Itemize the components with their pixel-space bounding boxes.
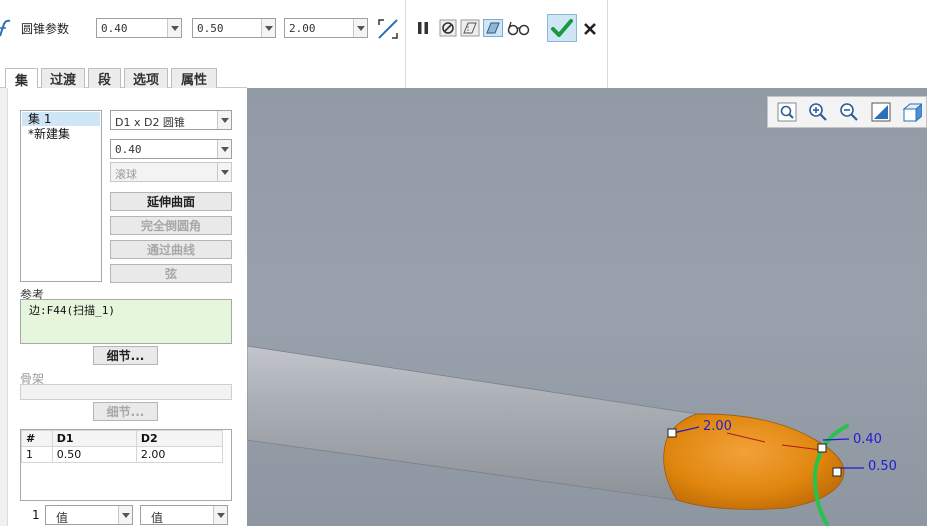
no-preview-icon[interactable] (438, 18, 458, 38)
cone-params-label: 圆锥参数 (21, 22, 70, 36)
footer-index: 1 (32, 508, 40, 522)
sets-panel: 集 1 *新建集 D1 x D2 圆锥 0.40 滚球 延伸曲面 完全倒圆角 通… (0, 88, 247, 526)
dimension-handle[interactable] (817, 443, 827, 453)
view-toolbar (767, 96, 927, 128)
chevron-down-icon[interactable] (118, 506, 132, 524)
chevron-down-icon[interactable] (167, 19, 181, 37)
rho-value-combo[interactable]: 0.40 (110, 139, 232, 159)
pause-icon[interactable] (413, 18, 433, 38)
geometry-preview-icon[interactable] (483, 18, 503, 38)
tab-options[interactable]: 选项 (124, 68, 168, 88)
chevron-down-icon[interactable] (261, 19, 275, 37)
table-header-row: # D1 D2 (21, 430, 224, 447)
chevron-down-icon[interactable] (217, 163, 231, 181)
table-row[interactable]: 1 0.50 2.00 (21, 446, 224, 463)
cancel-button[interactable] (580, 19, 600, 39)
tab-sets[interactable]: 集 (5, 68, 38, 89)
references-collector[interactable]: 边:F44(扫描_1) (20, 299, 232, 344)
dimension-handle[interactable] (832, 467, 842, 477)
references-details-button[interactable]: 细节... (93, 346, 158, 365)
dimension-handle[interactable] (667, 428, 677, 438)
model-tree-edge (0, 88, 8, 526)
cylinder-body[interactable] (247, 345, 698, 501)
graphics-window[interactable]: 2.00 0.40 0.50 (247, 88, 927, 526)
chevron-down-icon[interactable] (213, 506, 227, 524)
dimension-label-d2[interactable]: 2.00 (703, 419, 732, 434)
dimension-label-rho[interactable]: 0.40 (853, 432, 882, 447)
extend-surfaces-button[interactable]: 延伸曲面 (110, 192, 232, 211)
zoom-window-icon[interactable] (777, 102, 797, 122)
list-item[interactable]: 集 1 (22, 112, 100, 126)
chevron-down-icon[interactable] (217, 111, 231, 129)
through-curve-button[interactable]: 通过曲线 (110, 240, 232, 259)
zoom-in-icon[interactable] (808, 102, 828, 122)
chord-button[interactable]: 弦 (110, 264, 232, 283)
chevron-down-icon[interactable] (353, 19, 367, 37)
cone-param-rho-combo[interactable]: 0.40 (96, 18, 182, 38)
toolbar-divider (405, 0, 406, 88)
ok-button[interactable] (547, 14, 577, 42)
list-item[interactable]: *新建集 (22, 127, 100, 141)
model-geometry[interactable] (247, 88, 927, 526)
full-round-button[interactable]: 完全倒圆角 (110, 216, 232, 235)
round-shape-combo[interactable]: D1 x D2 圆锥 (110, 110, 232, 130)
method-combo[interactable]: 滚球 (110, 162, 232, 182)
dimension-table: # D1 D2 1 0.50 2.00 (20, 429, 232, 501)
reference-item[interactable]: 边:F44(扫描_1) (29, 302, 115, 318)
sets-list[interactable]: 集 1 *新建集 (20, 110, 102, 282)
value-type-select[interactable]: 值 (140, 505, 228, 525)
cone-param-d2-combo[interactable]: 2.00 (284, 18, 368, 38)
zoom-out-icon[interactable] (839, 102, 859, 122)
skeleton-details-button[interactable]: 细节... (93, 402, 158, 421)
round-feature-icon (0, 18, 14, 38)
tab-pieces[interactable]: 段 (88, 68, 121, 88)
tab-transitions[interactable]: 过渡 (41, 68, 85, 88)
view-orient-icon[interactable] (902, 102, 922, 122)
close-icon (583, 22, 597, 36)
dimension-label-d1[interactable]: 0.50 (868, 459, 897, 474)
chevron-down-icon[interactable] (217, 140, 231, 158)
value-type-select[interactable]: 值 (45, 505, 133, 525)
refit-icon[interactable] (871, 102, 891, 122)
tab-properties[interactable]: 属性 (171, 68, 217, 88)
separate-preview-icon[interactable] (460, 18, 480, 38)
flip-direction-icon[interactable] (376, 17, 400, 41)
skeleton-collector[interactable] (20, 384, 232, 400)
cone-param-d1-combo[interactable]: 0.50 (192, 18, 276, 38)
verify-mode-icon[interactable] (507, 18, 531, 38)
toolbar-divider (607, 0, 608, 88)
checkmark-icon (551, 18, 573, 38)
